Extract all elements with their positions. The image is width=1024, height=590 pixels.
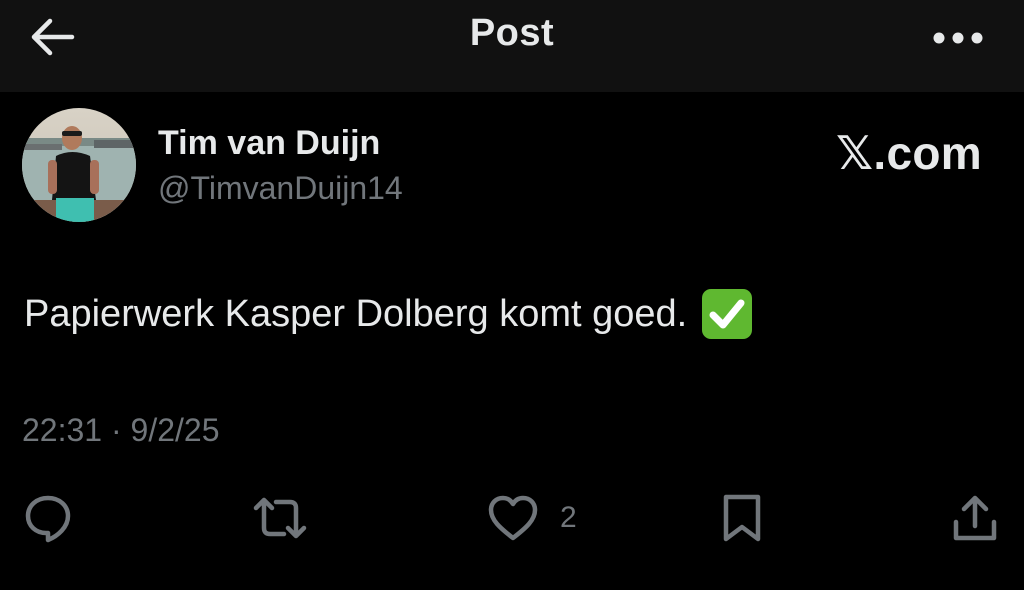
- share-icon: [953, 495, 997, 541]
- tweet-timestamp[interactable]: 22:31 · 9/2/25: [22, 412, 219, 449]
- repost-icon: [253, 497, 307, 539]
- avatar[interactable]: [22, 108, 136, 222]
- back-button[interactable]: [22, 14, 82, 60]
- top-bar: Post: [0, 0, 1024, 92]
- tweet-text: Papierwerk Kasper Dolberg komt goed.: [24, 288, 753, 340]
- white-check-mark-icon: [702, 289, 753, 339]
- heart-icon: [488, 495, 538, 541]
- bookmark-button[interactable]: [720, 490, 764, 546]
- reply-icon: [25, 495, 71, 543]
- author-name[interactable]: Tim van Duijn: [158, 124, 380, 163]
- author-handle[interactable]: @TimvanDuijn14: [158, 170, 403, 207]
- bookmark-icon: [723, 494, 761, 542]
- brand-watermark: 𝕏.com: [836, 126, 982, 180]
- repost-button[interactable]: [250, 490, 310, 546]
- avatar-photo: [22, 108, 136, 222]
- brand-x-glyph: 𝕏: [836, 126, 874, 180]
- brand-suffix: .com: [873, 127, 982, 179]
- more-horizontal-icon: [933, 32, 983, 44]
- tweet-text-content: Papierwerk Kasper Dolberg komt goed.: [24, 292, 688, 335]
- arrow-left-icon: [31, 18, 75, 56]
- more-options-button[interactable]: [928, 20, 988, 56]
- like-count: 2: [560, 501, 577, 534]
- page-title: Post: [469, 12, 555, 54]
- share-button[interactable]: [950, 490, 1000, 546]
- reply-button[interactable]: [22, 490, 74, 546]
- like-button[interactable]: 2: [486, 490, 577, 546]
